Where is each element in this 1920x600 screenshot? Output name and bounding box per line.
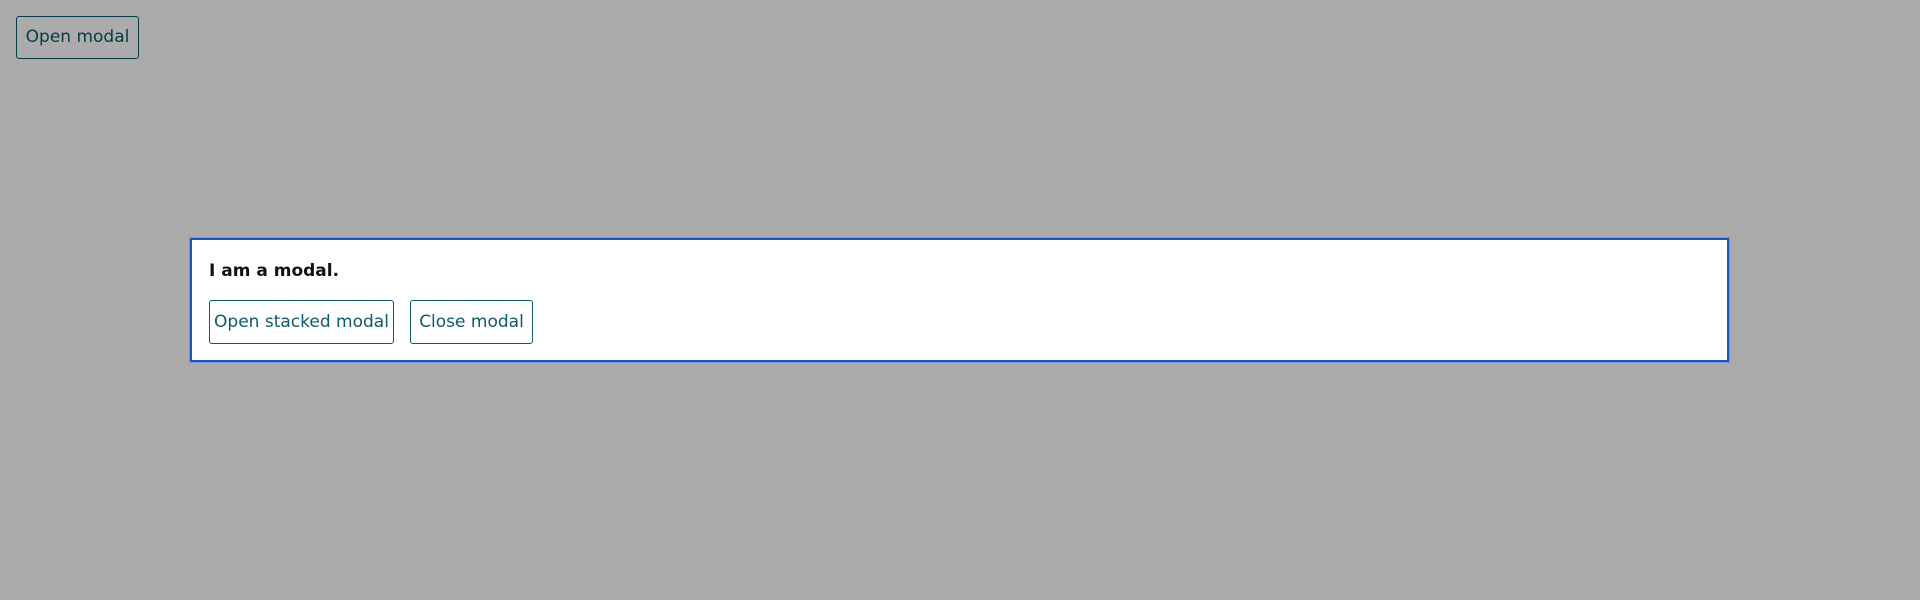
modal-message: I am a modal.: [209, 261, 340, 281]
open-stacked-modal-button[interactable]: Open stacked modal: [209, 300, 394, 344]
modal-dialog: I am a modal. Open stacked modal Close m…: [189, 237, 1730, 363]
close-modal-button[interactable]: Close modal: [410, 300, 533, 344]
